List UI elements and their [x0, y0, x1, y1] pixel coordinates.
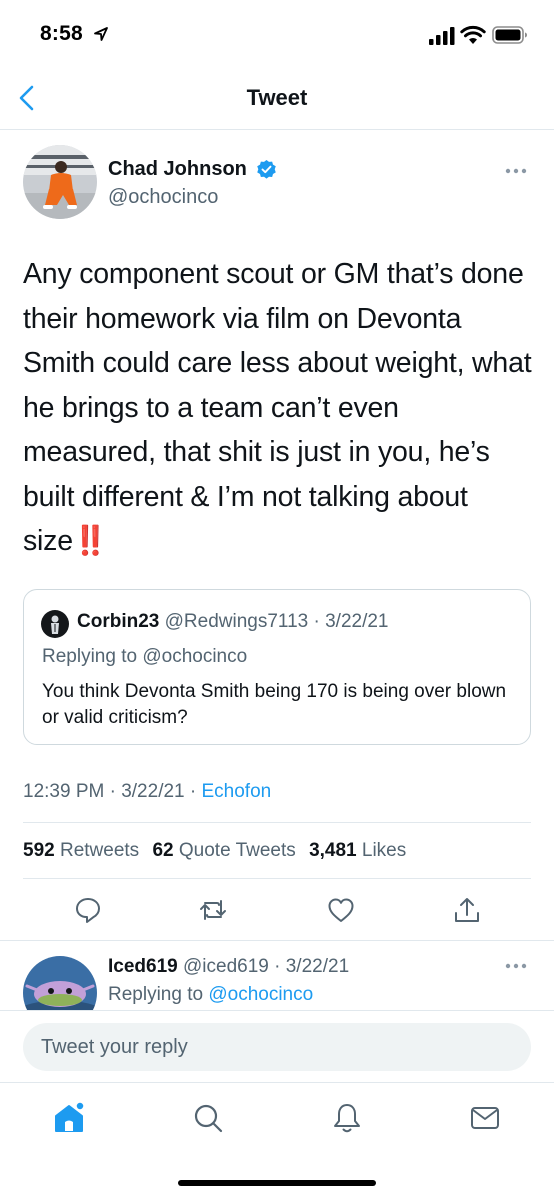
author-avatar[interactable] — [23, 145, 97, 219]
reply-header: Iced619 @iced619 · 3/22/21 — [108, 956, 349, 978]
quotes-label: Quote Tweets — [178, 840, 296, 861]
battery-icon — [492, 26, 527, 44]
quotes-stat[interactable]: 62 Quote Tweets — [152, 840, 295, 861]
share-icon[interactable] — [452, 895, 482, 925]
author-name[interactable]: Chad Johnson — [108, 158, 247, 181]
status-time: 8:58 — [40, 22, 83, 45]
more-options-icon[interactable] — [504, 167, 528, 175]
tweet-stats: 592 Retweets 62 Quote Tweets 3,481 Likes — [23, 840, 414, 862]
author-handle[interactable]: @ochocinco — [108, 186, 218, 209]
double-exclamation-emoji: ‼️ — [72, 525, 108, 557]
nav-header: Tweet — [0, 68, 554, 130]
page-title: Tweet — [246, 85, 308, 110]
source-link[interactable]: Echofon — [202, 781, 272, 802]
timestamp-text: 12:39 PM · 3/22/21 · — [23, 781, 202, 802]
reply-input[interactable] — [23, 1023, 531, 1071]
status-bar: 8:58 — [0, 0, 554, 68]
retweets-count: 592 — [23, 840, 55, 861]
signal-icon — [429, 27, 455, 45]
likes-count: 3,481 — [309, 840, 357, 861]
home-icon[interactable] — [52, 1101, 86, 1135]
reply-handle-date: @iced619 · 3/22/21 — [183, 956, 350, 977]
likes-label: Likes — [361, 840, 407, 861]
divider — [23, 822, 531, 823]
more-options-icon[interactable] — [504, 962, 528, 970]
likes-stat[interactable]: 3,481 Likes — [309, 840, 406, 861]
tweet-text-body: Any component scout or GM that’s done th… — [23, 258, 532, 557]
reply-icon[interactable] — [73, 895, 103, 925]
like-icon[interactable] — [326, 895, 356, 925]
home-indicator — [178, 1180, 376, 1186]
tweet-timestamp: 12:39 PM · 3/22/21 · Echofon — [23, 781, 271, 803]
wifi-icon — [460, 25, 486, 44]
tweet-text: Any component scout or GM that’s done th… — [23, 252, 538, 564]
quoted-header: Corbin23 @Redwings7113 · 3/22/21 — [77, 611, 389, 633]
notifications-icon[interactable] — [330, 1101, 364, 1135]
verified-badge-icon — [257, 159, 276, 179]
quoted-tweet-card[interactable]: Corbin23 @Redwings7113 · 3/22/21 Replyin… — [23, 589, 531, 745]
quoted-tweet-text: You think Devonta Smith being 170 is bei… — [42, 681, 507, 728]
retweets-label: Retweets — [59, 840, 140, 861]
retweets-stat[interactable]: 592 Retweets — [23, 840, 139, 861]
divider — [0, 940, 554, 941]
quoted-author-name: Corbin23 — [77, 611, 160, 632]
messages-icon[interactable] — [468, 1101, 502, 1135]
retweet-icon[interactable] — [198, 895, 228, 925]
quotes-count: 62 — [152, 840, 174, 861]
quoted-replying-to: Replying to @ochocinco — [42, 646, 248, 667]
reply-composer — [0, 1010, 554, 1082]
divider — [23, 878, 531, 879]
search-icon[interactable] — [191, 1101, 225, 1135]
reply-author-name[interactable]: Iced619 — [108, 956, 178, 977]
replying-to-mention[interactable]: @ochocinco — [208, 984, 313, 1005]
quoted-author-avatar — [41, 610, 69, 638]
location-arrow-icon — [94, 27, 108, 41]
quoted-handle-date: @Redwings7113 · 3/22/21 — [164, 611, 389, 632]
reply-replying-to: Replying to @ochocinco — [108, 984, 313, 1006]
replying-to-label: Replying to — [108, 984, 209, 1005]
